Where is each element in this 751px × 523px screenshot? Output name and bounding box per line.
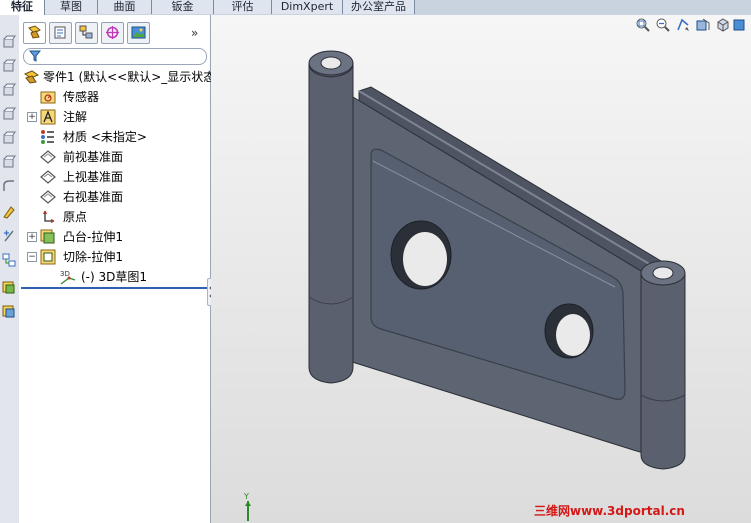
rapid-sketch-icon[interactable] (2, 305, 16, 319)
sweep-boss-icon[interactable] (2, 83, 16, 97)
tab-sheet-metal[interactable]: 钣金 (152, 0, 214, 14)
tree-root-part[interactable]: 零件1 (默认<<默认>_显示状态 (23, 67, 215, 87)
watermark-text: 三维网www.3dportal.cn (534, 504, 685, 518)
triad-y-label: Y (243, 492, 249, 501)
command-manager-tabs: 特征 草图 曲面 钣金 评估 DimXpert 办公室产品 (0, 0, 751, 16)
tree-item-3d-sketch1[interactable]: 3D (-) 3D草图1 (19, 267, 210, 287)
extruded-cut-icon[interactable] (2, 131, 16, 145)
instant3d-icon[interactable] (2, 281, 16, 295)
sensor-folder-icon (40, 91, 56, 104)
tree-item-right-plane[interactable]: 右视基准面 (19, 187, 210, 207)
feature-manager-tabs: » (19, 20, 210, 44)
expand-toggle[interactable]: + (27, 112, 37, 122)
tree-item-origin[interactable]: 原点 (19, 207, 210, 227)
tab-configuration-manager[interactable] (75, 22, 98, 44)
plane-icon (40, 150, 56, 164)
display-manager-icon (131, 26, 146, 39)
tree-item-label: 切除-拉伸1 (63, 250, 123, 264)
tree-item-label: 注解 (63, 110, 88, 124)
feature-tree-icon (28, 25, 41, 39)
origin-icon (42, 210, 55, 224)
tree-item-label: 上视基准面 (63, 170, 124, 184)
tree-item-top-plane[interactable]: 上视基准面 (19, 167, 210, 187)
loft-boss-icon[interactable] (2, 107, 16, 121)
tab-evaluate[interactable]: 评估 (214, 0, 272, 14)
tree-item-label: 右视基准面 (63, 190, 124, 204)
plane-icon (40, 170, 56, 184)
tab-features[interactable]: 特征 (0, 0, 45, 15)
tab-property-manager[interactable] (49, 22, 72, 44)
extrude-boss-icon[interactable] (2, 35, 16, 49)
reference-triad: Y (243, 492, 251, 521)
curves-icon[interactable] (2, 253, 16, 267)
dimxpert-crosshair-icon (106, 26, 119, 39)
revolved-cut-icon[interactable] (2, 155, 16, 169)
property-manager-icon (54, 26, 66, 39)
bracket-part-model[interactable] (211, 15, 751, 523)
cut-extrude-icon (40, 249, 56, 265)
rib-icon[interactable] (2, 205, 16, 219)
tree-root-label: 零件1 (默认<<默认>_显示状态 (43, 70, 216, 84)
tree-item-label: 传感器 (63, 90, 100, 104)
feature-manager-panel: » 零件1 (默认<<默认>_显示状态 传感器 + 注解 材质 <未指定> 前视… (19, 15, 215, 523)
tree-item-annotations[interactable]: + 注解 (19, 107, 210, 127)
tree-item-label: 材质 <未指定> (63, 130, 147, 144)
tree-item-label: 前视基准面 (63, 150, 124, 164)
tree-item-front-plane[interactable]: 前视基准面 (19, 147, 210, 167)
tree-item-label: 凸台-拉伸1 (63, 230, 123, 244)
more-tabs-chevron[interactable]: » (191, 26, 198, 40)
reference-geometry-icon[interactable] (2, 229, 16, 243)
tree-item-label: 原点 (63, 210, 88, 224)
revolve-boss-icon[interactable] (2, 59, 16, 73)
tree-item-boss-extrude1[interactable]: + 凸台-拉伸1 (19, 227, 210, 247)
rollback-bar[interactable] (21, 287, 207, 289)
tab-dimxpert[interactable]: DimXpert (272, 0, 343, 14)
collapse-toggle[interactable]: − (27, 252, 37, 262)
tab-dimxpert-manager[interactable] (101, 22, 124, 44)
3d-sketch-icon: 3D (60, 270, 76, 285)
tab-display-manager[interactable] (127, 22, 150, 44)
tab-surfaces[interactable]: 曲面 (98, 0, 152, 14)
expand-toggle[interactable]: + (27, 232, 37, 242)
material-icon (41, 130, 54, 144)
boss-extrude-icon (40, 229, 55, 244)
part-icon (23, 70, 39, 84)
annotation-icon (40, 109, 56, 125)
tree-filter-field[interactable] (23, 48, 207, 65)
graphics-area[interactable]: Y 三维网www.3dportal.cn (211, 15, 751, 523)
tab-sketch[interactable]: 草图 (45, 0, 98, 14)
configuration-manager-icon (79, 25, 93, 39)
tree-item-sensors[interactable]: 传感器 (19, 87, 210, 107)
plane-icon (40, 190, 56, 204)
tree-item-material[interactable]: 材质 <未指定> (19, 127, 210, 147)
tab-feature-tree[interactable] (23, 22, 46, 44)
tab-office-products[interactable]: 办公室产品 (343, 0, 415, 14)
tree-item-label: (-) 3D草图1 (81, 270, 148, 284)
fillet-icon[interactable] (2, 179, 16, 193)
left-command-strip (0, 15, 20, 523)
tree-item-cut-extrude1[interactable]: − 切除-拉伸1 (19, 247, 210, 267)
filter-funnel-icon (29, 50, 41, 62)
